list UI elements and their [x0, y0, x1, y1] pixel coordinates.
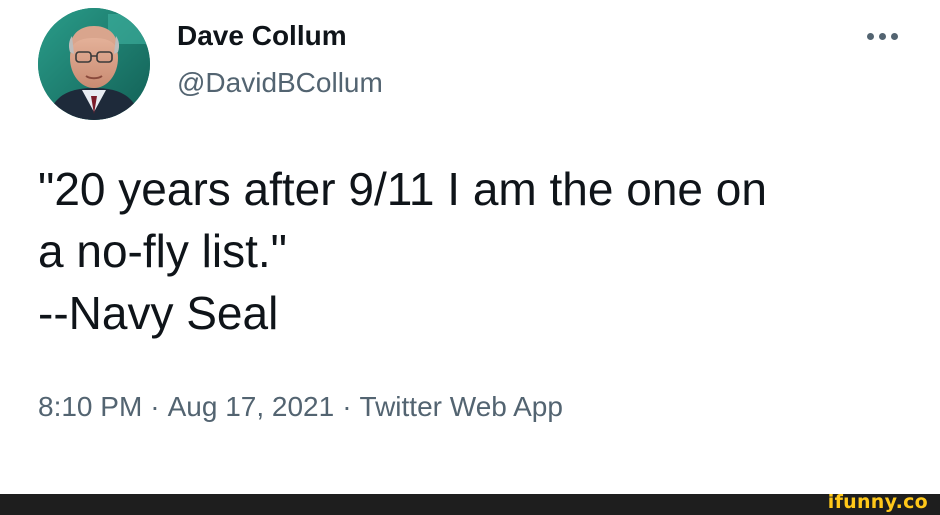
ellipsis-icon	[866, 32, 874, 40]
avatar-photo	[38, 8, 150, 120]
tweet-text-line: a no-fly list."	[38, 225, 287, 277]
user-handle[interactable]: @DavidBCollum	[177, 66, 383, 100]
tweet-date[interactable]: Aug 17, 2021	[168, 391, 335, 422]
display-name[interactable]: Dave Collum	[177, 19, 347, 53]
watermark-bar: ifunny.co	[0, 491, 940, 515]
tweet-text-line: "20 years after 9/11 I am the one on	[38, 163, 767, 215]
separator-dot: ·	[150, 391, 160, 422]
tweet-card: Dave Collum @DavidBCollum "20 years afte…	[0, 0, 940, 494]
avatar[interactable]	[38, 8, 150, 120]
ifunny-watermark: ifunny.co	[827, 491, 928, 513]
tweet-source[interactable]: Twitter Web App	[360, 391, 563, 422]
tweet-metadata: 8:10 PM · Aug 17, 2021 · Twitter Web App	[38, 389, 563, 425]
tweet-text: "20 years after 9/11 I am the one on a n…	[38, 158, 918, 344]
tweet-time[interactable]: 8:10 PM	[38, 391, 142, 422]
ellipsis-icon	[878, 32, 886, 40]
ellipsis-icon	[890, 32, 898, 40]
tweet-text-line: --Navy Seal	[38, 287, 279, 339]
more-options-button[interactable]	[856, 18, 908, 54]
separator-dot: ·	[342, 391, 352, 422]
